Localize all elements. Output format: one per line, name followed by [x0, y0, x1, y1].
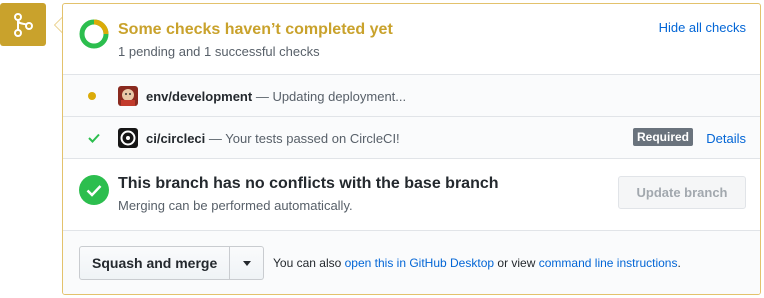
- checkmark-icon: [86, 184, 102, 197]
- checks-status-title: Some checks haven’t completed yet: [118, 21, 393, 38]
- merge-footer: Squash and merge You can also open this …: [63, 231, 760, 294]
- hide-all-checks-link[interactable]: Hide all checks: [659, 20, 746, 35]
- check-row-ci-circleci: ci/circleci — Your tests passed on Circl…: [63, 117, 760, 159]
- check-name: ci/circleci: [146, 130, 206, 146]
- footer-text-middle: or view: [497, 256, 536, 270]
- success-status: [88, 117, 100, 159]
- conflict-status-subtitle: Merging can be performed automatically.: [118, 198, 353, 213]
- update-branch-button[interactable]: Update branch: [618, 176, 746, 209]
- no-conflicts-check-icon: [79, 175, 109, 205]
- footer-text-before: You can also: [273, 256, 342, 270]
- required-badge: Required: [632, 128, 693, 146]
- command-line-instructions-link[interactable]: command line instructions: [539, 256, 678, 270]
- checks-progress-ring-icon: [79, 19, 109, 49]
- conflict-status-title: This branch has no conflicts with the ba…: [118, 175, 499, 192]
- check-description: — Updating deployment...: [255, 88, 407, 104]
- footer-text-after: .: [677, 256, 681, 270]
- checks-status-subtitle: 1 pending and 1 successful checks: [118, 44, 320, 59]
- alternate-merge-text: You can also open this in GitHub Desktop…: [273, 231, 681, 294]
- octocat-avatar-icon: [118, 86, 138, 106]
- deployment-avatar: [118, 86, 138, 106]
- checks-header: Some checks haven’t completed yet 1 pend…: [63, 4, 760, 75]
- git-merge-icon: [14, 12, 33, 37]
- checkmark-icon: [88, 133, 100, 143]
- merge-method-dropdown-button[interactable]: [230, 246, 265, 280]
- chevron-down-icon: [242, 260, 251, 266]
- check-text: ci/circleci — Your tests passed on Circl…: [146, 117, 400, 159]
- circleci-logo-icon: [118, 128, 138, 148]
- check-name: env/development: [146, 88, 253, 104]
- open-in-github-desktop-link[interactable]: open this in GitHub Desktop: [345, 256, 494, 270]
- check-description: — Your tests passed on CircleCI!: [208, 130, 400, 146]
- circleci-avatar: [118, 128, 138, 148]
- check-details-link[interactable]: Details: [706, 117, 746, 159]
- pending-status: [88, 75, 96, 117]
- git-merge-badge: [0, 3, 46, 46]
- check-text: env/development — Updating deployment...: [146, 75, 406, 117]
- pending-dot-icon: [88, 92, 96, 100]
- check-row-env-development: env/development — Updating deployment...: [63, 75, 760, 117]
- merge-conflict-status: This branch has no conflicts with the ba…: [63, 159, 760, 231]
- timeline-pointer: [54, 17, 62, 33]
- merge-button-group: Squash and merge: [79, 246, 265, 280]
- squash-and-merge-button[interactable]: Squash and merge: [79, 246, 231, 280]
- merge-status-panel: Some checks haven’t completed yet 1 pend…: [62, 3, 761, 295]
